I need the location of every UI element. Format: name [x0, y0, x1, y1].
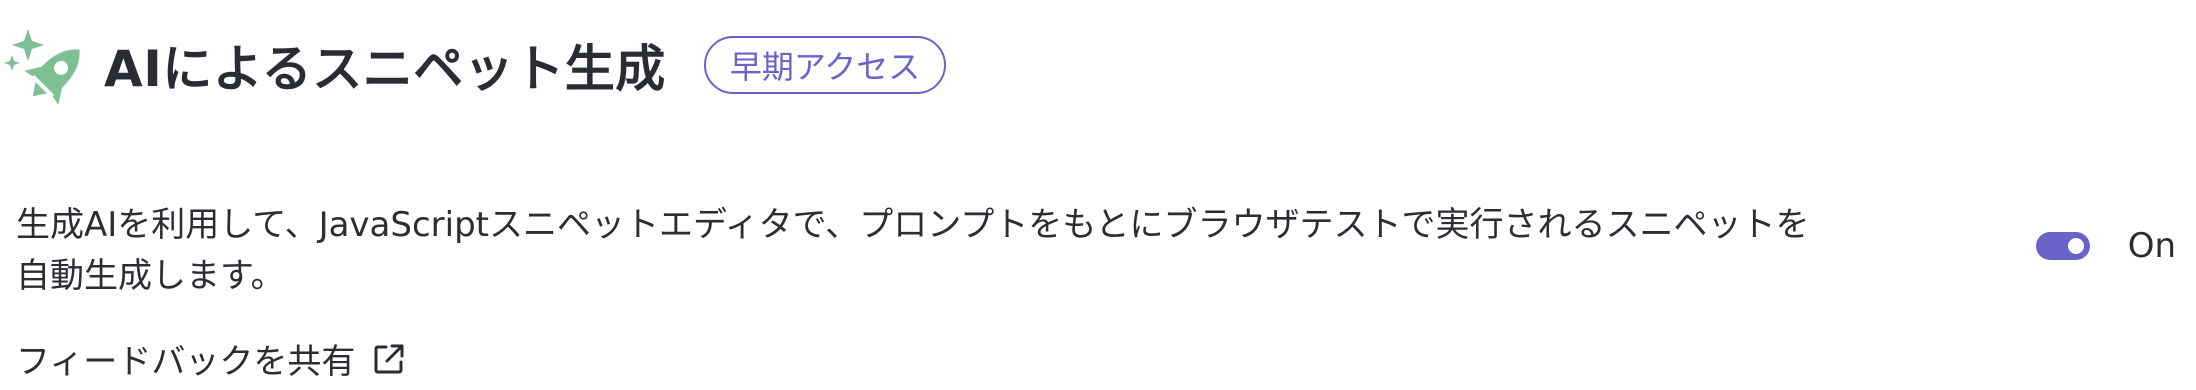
feature-description: 生成AIを利用して、JavaScriptスニペットエディタで、プロンプトをもとに…: [16, 200, 1836, 302]
feature-header: AIによるスニペット生成 早期アクセス: [0, 10, 947, 120]
toggle-knob: [2067, 238, 2084, 254]
page-title: AIによるスニペット生成: [104, 40, 666, 98]
share-feedback-link[interactable]: フィードバックを共有: [16, 334, 407, 383]
feature-toggle[interactable]: [2035, 232, 2090, 260]
early-access-badge: 早期アクセス: [703, 36, 947, 94]
description-line-2: 自動生成します。: [16, 256, 285, 296]
feature-toggle-control: On: [2035, 226, 2176, 266]
rocket-sparkle-icon: [4, 29, 80, 105]
settings-panel: AIによるスニペット生成 早期アクセス 生成AIを利用して、JavaScript…: [0, 0, 2196, 390]
description-line-1: 生成AIを利用して、JavaScriptスニペットエディタで、プロンプトをもとに…: [16, 205, 1810, 245]
toggle-state-label: On: [2127, 226, 2176, 266]
share-feedback-label: フィードバックを共有: [16, 342, 356, 382]
external-link-icon: [374, 344, 404, 373]
